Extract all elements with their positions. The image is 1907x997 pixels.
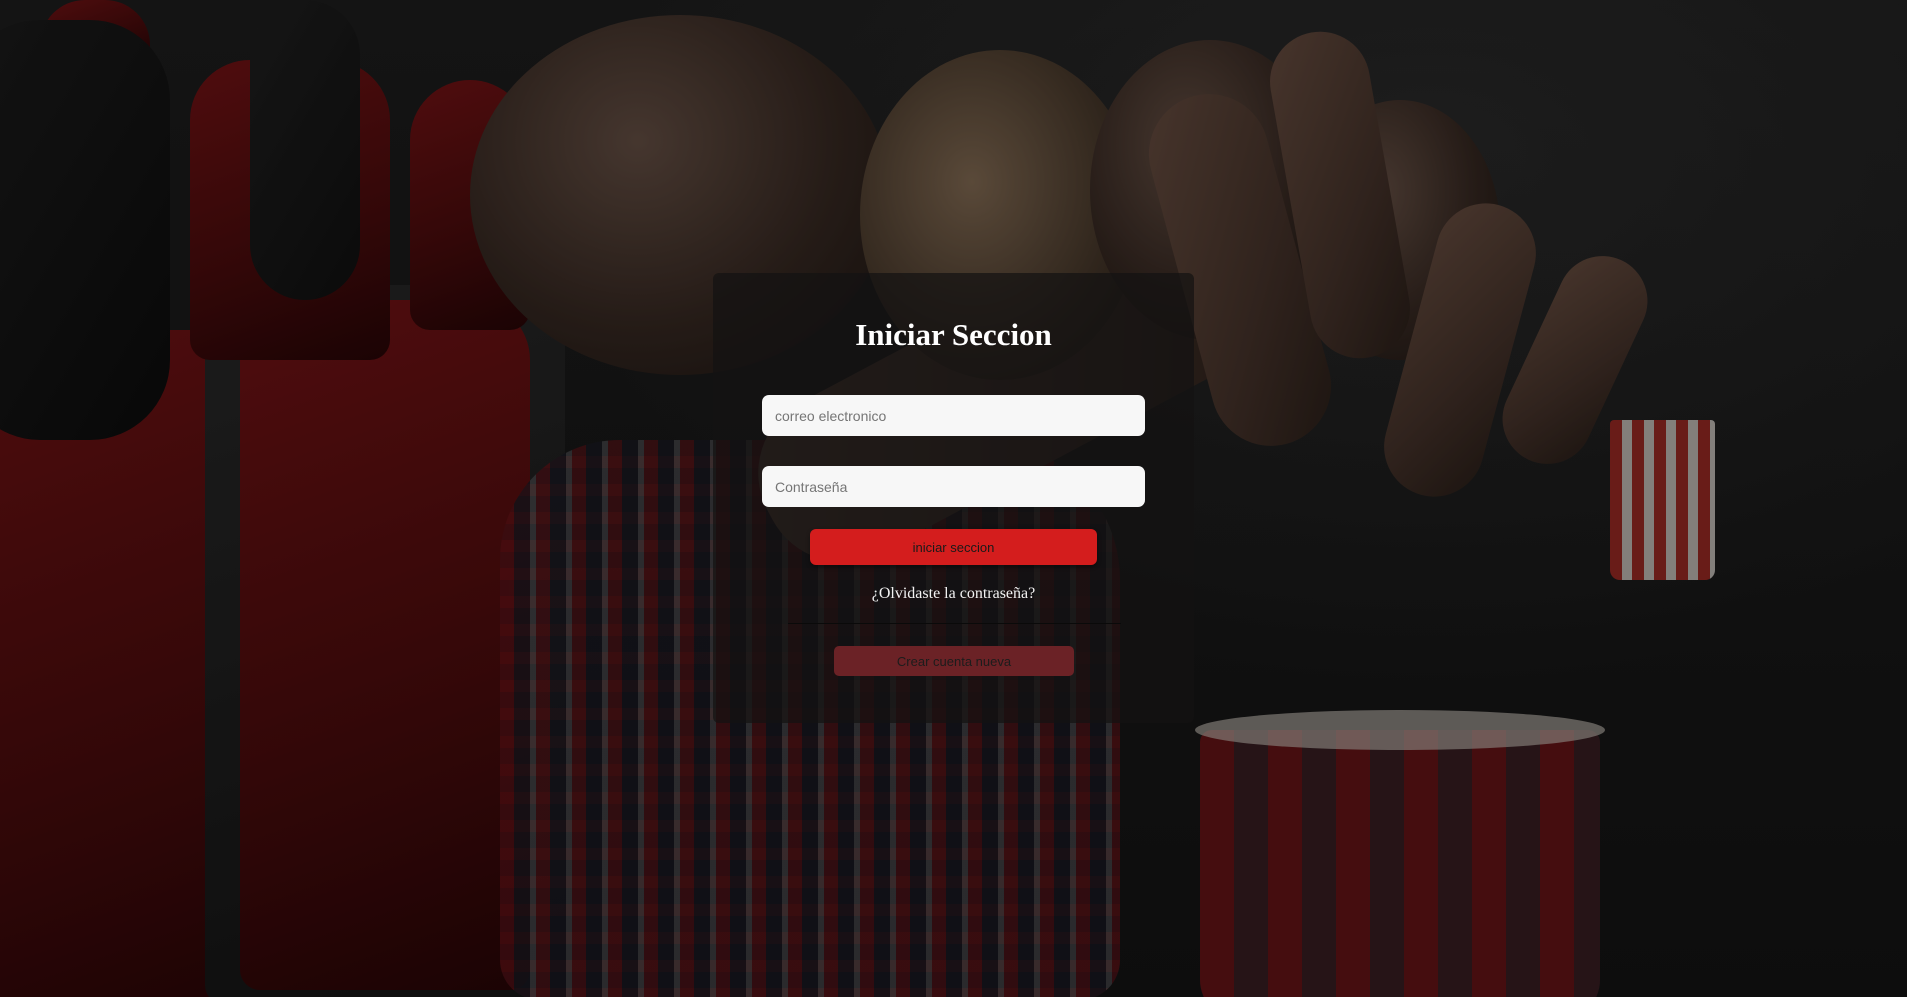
login-button[interactable]: iniciar seccion [810, 529, 1097, 565]
forgot-password-link[interactable]: ¿Olvidaste la contraseña? [713, 585, 1194, 603]
login-card: Iniciar Seccion iniciar seccion ¿Olvidas… [713, 273, 1194, 723]
password-input[interactable] [762, 466, 1145, 507]
email-input[interactable] [762, 395, 1145, 436]
login-title: Iniciar Seccion [855, 317, 1052, 352]
divider [788, 623, 1121, 624]
login-page: Iniciar Seccion iniciar seccion ¿Olvidas… [0, 0, 1907, 997]
create-account-button[interactable]: Crear cuenta nueva [834, 646, 1074, 676]
